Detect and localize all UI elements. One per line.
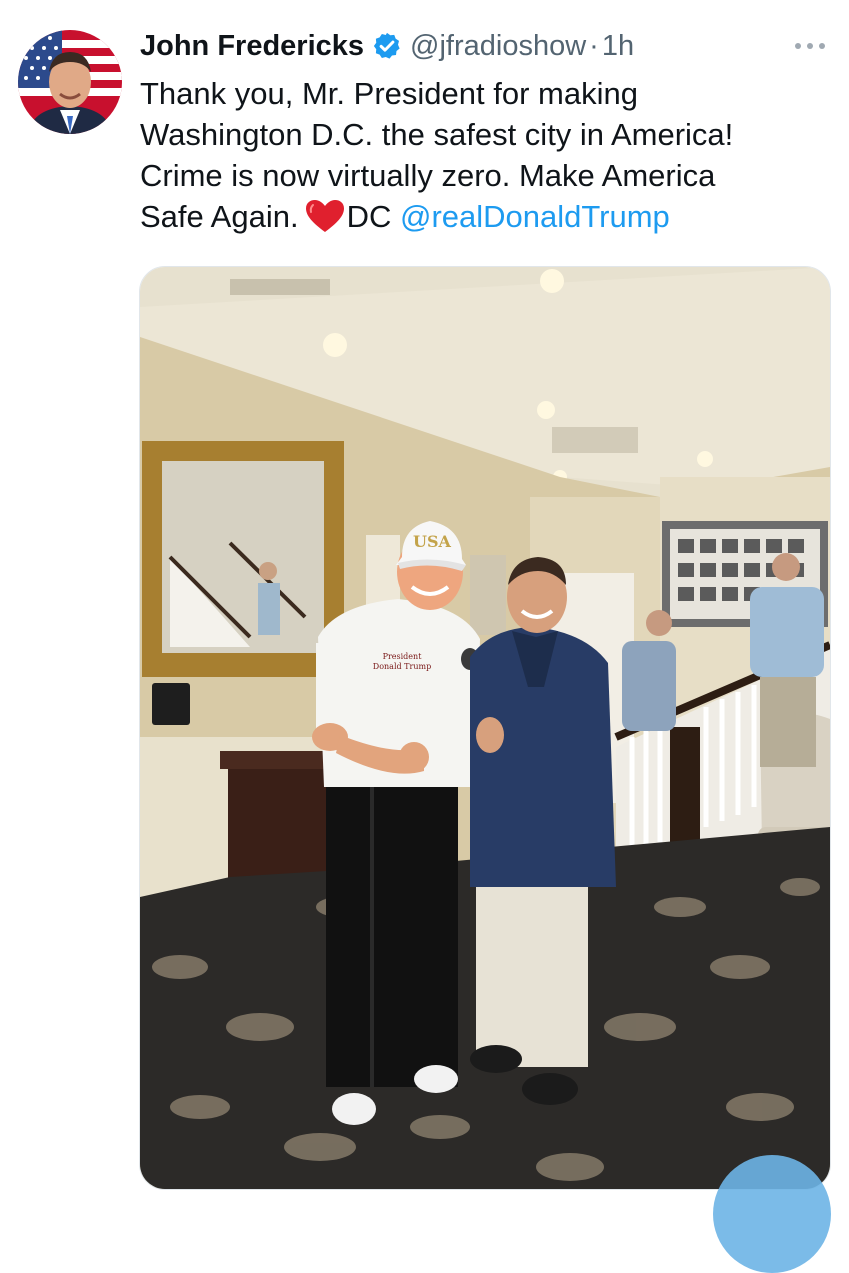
tweet-text-fragment: Safe Again. xyxy=(140,199,299,234)
photo-illustration: President Donald Trump USA xyxy=(140,267,830,1189)
tweet-text-line: Washington D.C. the safest city in Ameri… xyxy=(140,117,734,152)
more-options-button[interactable] xyxy=(790,30,830,60)
mention-link[interactable]: @realDonaldTrump xyxy=(400,199,670,234)
tweet-timestamp[interactable]: 1h xyxy=(602,30,634,63)
floating-compose-button[interactable] xyxy=(713,1155,831,1273)
svg-text:USA: USA xyxy=(413,532,452,551)
author-display-name[interactable]: John Fredericks xyxy=(140,30,364,63)
verified-badge-icon[interactable] xyxy=(372,31,402,61)
more-horizontal-icon xyxy=(795,43,825,49)
tweet-photo[interactable]: President Donald Trump USA xyxy=(139,266,831,1190)
tweet-text-line: Crime is now virtually zero. Make Americ… xyxy=(140,158,716,193)
tweet-text: Thank you, Mr. President for making Wash… xyxy=(140,73,830,237)
author-handle[interactable]: @jfradioshow xyxy=(410,30,586,63)
avatar-image xyxy=(18,30,122,134)
tweet-text-line: Safe Again. DC @realDonaldTrump xyxy=(140,196,830,237)
red-heart-icon xyxy=(305,199,345,233)
header-separator: · xyxy=(589,29,599,62)
tweet-text-line: Thank you, Mr. President for making xyxy=(140,76,638,111)
tweet-text-fragment: DC xyxy=(346,199,392,234)
tweet-header: John Fredericks @jfradioshow · 1h xyxy=(140,26,634,66)
author-avatar[interactable] xyxy=(18,30,122,134)
svg-text:President: President xyxy=(383,652,423,661)
svg-text:Donald Trump: Donald Trump xyxy=(373,662,431,671)
